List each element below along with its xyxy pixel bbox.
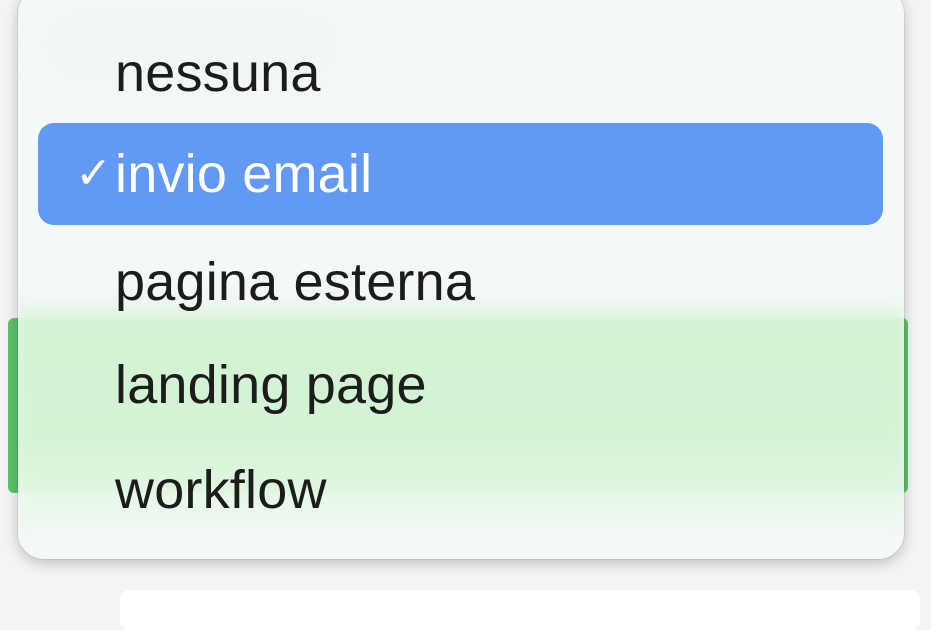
menu-item-label: workflow: [115, 460, 327, 520]
checkmark-icon: ✓: [75, 149, 112, 198]
menu-item-label: invio email: [115, 144, 373, 204]
menu-item-workflow[interactable]: workflow: [38, 439, 883, 541]
menu-item-label: pagina esterna: [115, 252, 476, 312]
background-field: [120, 590, 920, 630]
menu-item-landing-page[interactable]: landing page: [38, 334, 883, 436]
menu-item-label: nessuna: [115, 43, 321, 103]
menu-item-nessuna[interactable]: nessuna: [38, 22, 883, 124]
menu-item-pagina-esterna[interactable]: pagina esterna: [38, 231, 883, 333]
dropdown-menu: nessuna ✓ invio email pagina esterna lan…: [18, 0, 904, 559]
menu-item-invio-email[interactable]: ✓ invio email: [38, 123, 883, 225]
menu-item-label: landing page: [115, 355, 427, 415]
